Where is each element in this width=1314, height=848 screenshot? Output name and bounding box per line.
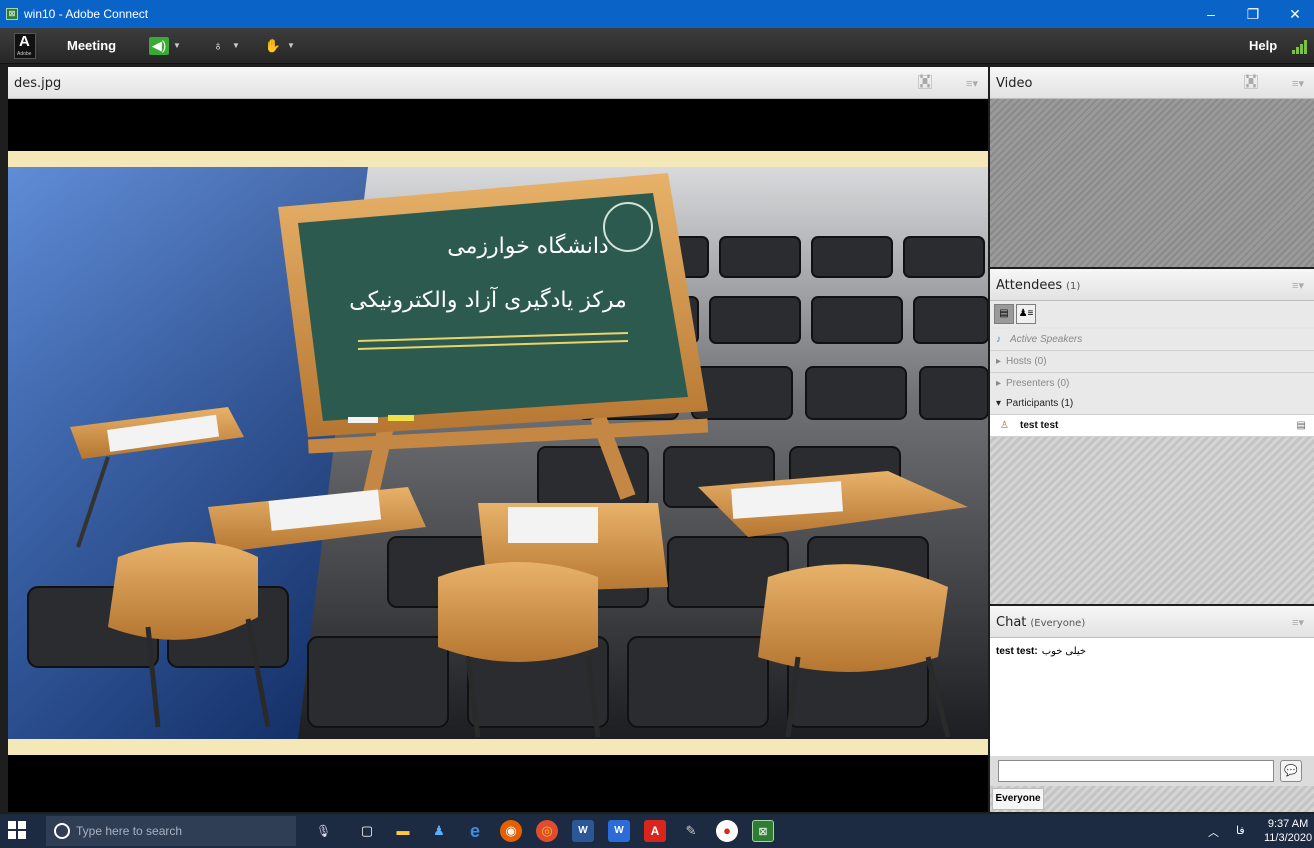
chat-scope: (Everyone) <box>1030 618 1086 629</box>
chevron-up-icon[interactable]: ︿ <box>1208 824 1219 840</box>
pod-options-icon[interactable]: ≡▾ <box>966 77 978 90</box>
chrome-icon[interactable]: ◎ <box>536 820 558 842</box>
speaker-icon: ◀) <box>149 37 169 55</box>
adobe-logo-caption: Adobe <box>17 51 32 57</box>
attendee-status-icon: ▤ <box>1296 420 1306 431</box>
chevron-down-icon[interactable]: ▼ <box>287 37 295 55</box>
shared-slide-image: دانشگاه خوارزمی مرکز یادگیری آزاد والکتر… <box>8 151 988 755</box>
meeting-menu[interactable]: Meeting <box>67 38 116 53</box>
word-icon[interactable]: W <box>572 820 594 842</box>
participants-list: ♙ test test ▤ <box>990 415 1314 604</box>
classroom-illustration: دانشگاه خوارزمی مرکز یادگیری آزاد والکتر… <box>8 167 988 739</box>
chat-text: خیلی خوب <box>1041 646 1087 657</box>
close-icon[interactable]: ✕ <box>1280 4 1310 24</box>
active-speakers-label: Active Speakers <box>1010 334 1083 345</box>
video-pod: Video ▚▞ ▞▚ ≡▾ <box>990 67 1314 267</box>
chevron-down-icon[interactable]: ▼ <box>173 37 181 55</box>
adobe-connect-app-icon: ⊠ <box>6 8 18 20</box>
windows-start-icon[interactable] <box>8 821 28 841</box>
share-pod: des.jpg ▚▞ ▞▚ ≡▾ دانشگاه خوارزمی مرکز یا… <box>8 67 988 812</box>
share-pod-title: des.jpg <box>14 76 62 91</box>
send-message-icon[interactable]: 💬 <box>1280 760 1302 782</box>
system-clock[interactable]: 9:37 AM 11/3/2020 <box>1264 817 1312 845</box>
participants-label: Participants (1) <box>1006 398 1074 409</box>
hosts-label: Hosts (0) <box>1006 356 1047 367</box>
raise-hand-icon: ✋ <box>264 38 282 53</box>
microphone-icon: ♁ <box>213 38 223 53</box>
chat-message: test test: خیلی خوب <box>996 646 1086 657</box>
chat-pod-header: Chat (Everyone) ≡▾ <box>990 606 1314 638</box>
chat-pod-title: Chat (Everyone) <box>996 615 1085 630</box>
list-item[interactable]: ♙ test test ▤ <box>990 415 1314 437</box>
paint-icon[interactable]: ✎ <box>680 820 702 842</box>
chat-tabs: Everyone <box>990 786 1314 812</box>
pod-options-icon[interactable]: ≡▾ <box>1292 279 1304 292</box>
user-icon: ♙ <box>1000 420 1009 431</box>
participants-group[interactable]: ▾ Participants (1) <box>990 393 1314 415</box>
firefox-icon[interactable]: ◉ <box>500 820 522 842</box>
cortana-icon[interactable] <box>54 823 70 839</box>
tab-everyone[interactable]: Everyone <box>992 788 1044 810</box>
chevron-right-icon[interactable]: ▸ <box>996 378 1001 389</box>
attendee-view-switcher: ▤ ♟≡ <box>990 301 1314 327</box>
fullscreen-icon[interactable]: ▚▞ ▞▚ <box>918 75 932 89</box>
video-pod-title: Video <box>996 76 1033 91</box>
recorder-icon[interactable]: ● <box>716 820 738 842</box>
window-title: win10 - Adobe Connect <box>24 7 149 21</box>
attendees-title-text: Attendees <box>996 278 1063 293</box>
adobe-connect-taskbar-icon[interactable]: ⊠ <box>752 820 774 842</box>
app-icon[interactable]: ♟ <box>428 820 450 842</box>
input-language[interactable]: فا <box>1236 824 1245 837</box>
adobe-logo: A Adobe <box>14 33 36 59</box>
adobe-logo-letter: A <box>19 33 30 50</box>
task-view-icon[interactable]: ▢ <box>356 820 378 842</box>
clock-time: 9:37 AM <box>1267 818 1309 830</box>
list-view-icon[interactable]: ▤ <box>994 304 1014 324</box>
clock-date: 11/3/2020 <box>1264 832 1313 844</box>
microphone-icon[interactable]: 🎙 <box>316 824 331 838</box>
hosts-group[interactable]: ▸ Hosts (0) <box>990 351 1314 373</box>
chat-sender: test test: <box>996 646 1038 657</box>
connect-menu-bar: A Adobe Meeting ◀) ▼ ♁ ▼ ✋ ▼ Help <box>0 28 1314 64</box>
chat-pod: Chat (Everyone) ≡▾ test test: خیلی خوب 💬 E… <box>990 606 1314 812</box>
chat-input-row: 💬 <box>990 756 1314 786</box>
chat-title-text: Chat <box>996 615 1027 630</box>
presenters-group[interactable]: ▸ Presenters (0) <box>990 373 1314 395</box>
search-placeholder: Type here to search <box>76 824 183 838</box>
pod-options-icon[interactable]: ≡▾ <box>1292 77 1304 90</box>
attendee-count: (1) <box>1066 281 1081 292</box>
internet-explorer-icon[interactable]: e <box>464 820 486 842</box>
pod-options-icon[interactable]: ≡▾ <box>1292 616 1304 629</box>
help-menu[interactable]: Help <box>1249 38 1277 53</box>
acrobat-icon[interactable]: A <box>644 820 666 842</box>
attendees-pod-header: Attendees (1) ≡▾ <box>990 269 1314 301</box>
attendees-pod-title: Attendees (1) <box>996 278 1080 293</box>
windows-taskbar: Type here to search 🎙 ▢ ▬ ♟ e ◉ ◎ W W A … <box>0 814 1314 848</box>
restore-icon[interactable]: ❐ <box>1238 4 1268 24</box>
share-pod-header: des.jpg ▚▞ ▞▚ ≡▾ <box>8 67 988 99</box>
chat-input[interactable] <box>998 760 1274 782</box>
video-area <box>990 99 1314 267</box>
speaking-icon: ♪ <box>996 334 1001 345</box>
fullscreen-icon[interactable]: ▚▞ ▞▚ <box>1244 75 1258 89</box>
minimize-icon[interactable]: – <box>1196 4 1226 24</box>
slide-line-2: مرکز یادگیری آزاد والکترونیکی <box>349 286 627 313</box>
attendee-name: test test <box>1020 420 1059 431</box>
connection-strength-icon <box>1292 40 1308 54</box>
chevron-down-icon[interactable]: ▾ <box>996 398 1001 409</box>
chat-messages: test test: خیلی خوب <box>990 638 1314 756</box>
attendees-pod: Attendees (1) ≡▾ ▤ ♟≡ ♪ Active Speakers ▸… <box>990 269 1314 604</box>
taskbar-search-box[interactable]: Type here to search 🎙 <box>46 816 331 846</box>
window-title-bar: ⊠ win10 - Adobe Connect – ❐ ✕ <box>0 0 1314 28</box>
video-pod-header: Video ▚▞ ▞▚ ≡▾ <box>990 67 1314 99</box>
wps-icon[interactable]: W <box>608 820 630 842</box>
chevron-right-icon[interactable]: ▸ <box>996 356 1001 367</box>
share-stage: دانشگاه خوارزمی مرکز یادگیری آزاد والکتر… <box>8 99 988 812</box>
file-explorer-icon[interactable]: ▬ <box>392 820 414 842</box>
slide-line-1: دانشگاه خوارزمی <box>447 233 608 259</box>
chevron-down-icon[interactable]: ▼ <box>232 37 240 55</box>
active-speakers-row: ♪ Active Speakers <box>990 329 1314 351</box>
status-view-icon[interactable]: ♟≡ <box>1016 304 1036 324</box>
presenters-label: Presenters (0) <box>1006 378 1070 389</box>
